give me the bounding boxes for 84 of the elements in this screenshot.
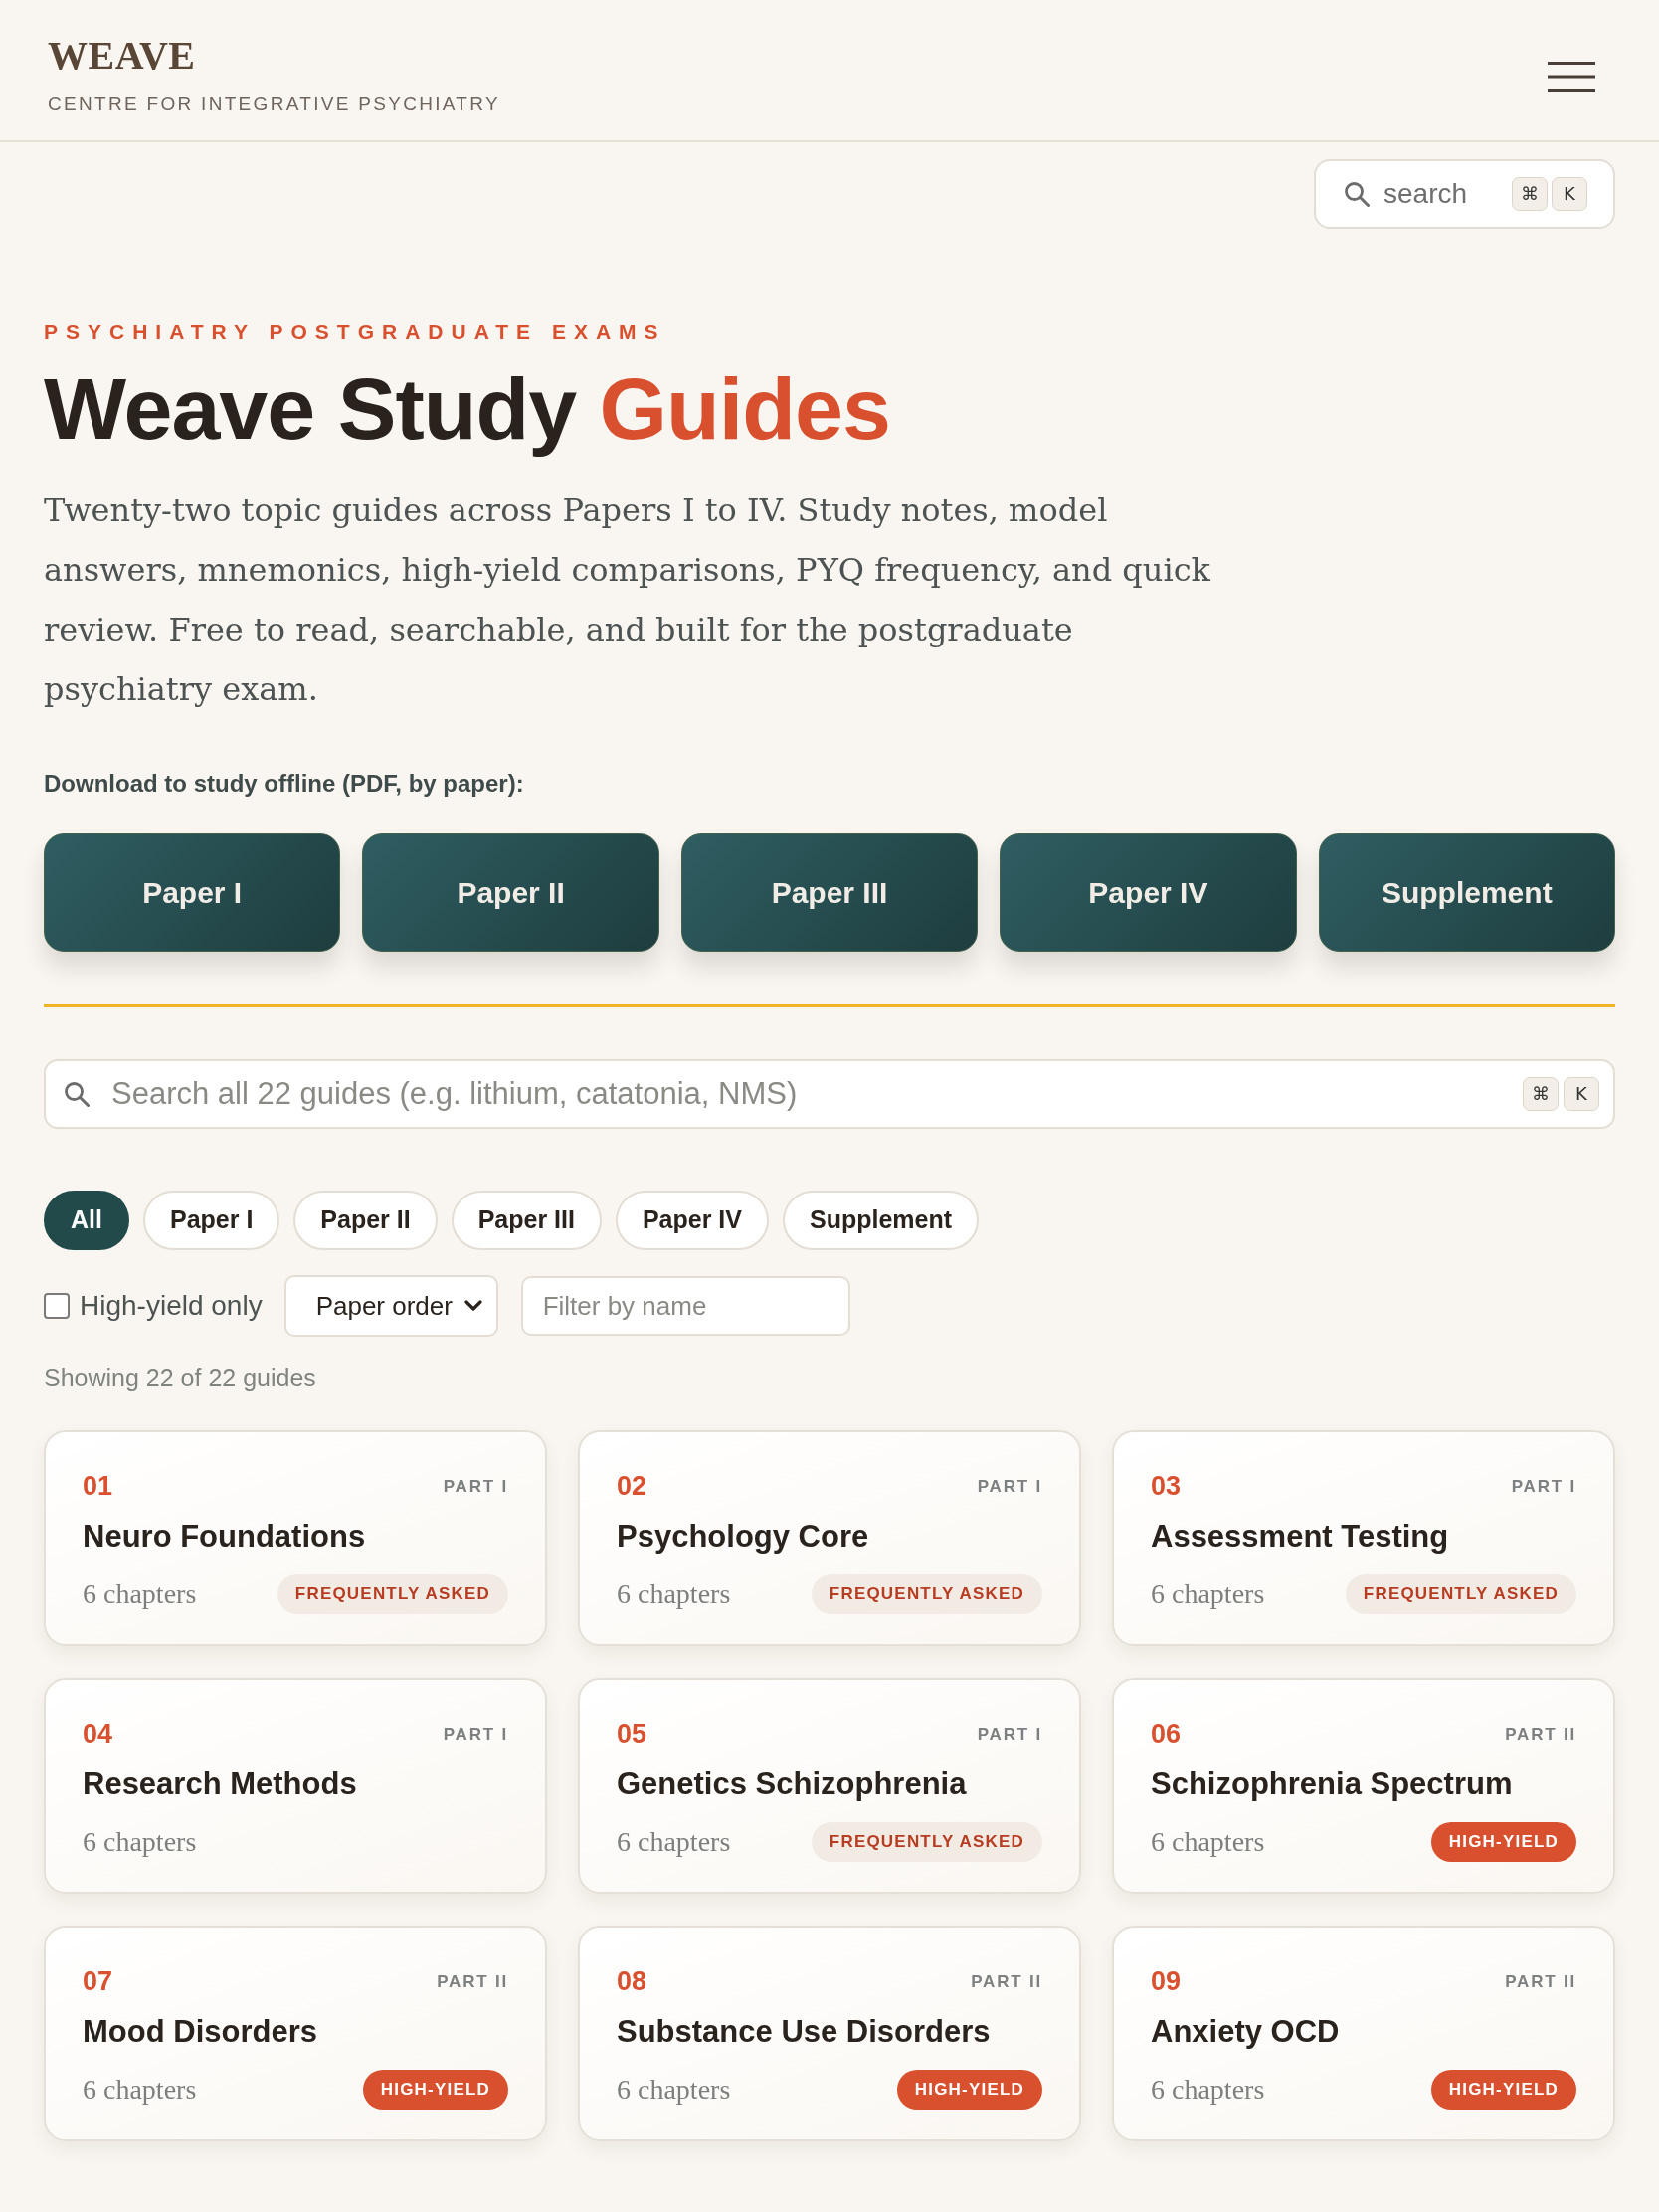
guide-title: Substance Use Disorders — [617, 2013, 992, 2051]
guide-title: Psychology Core — [617, 1518, 870, 1556]
high-yield-tag: HIGH-YIELD — [896, 2070, 1042, 2110]
guide-number: 08 — [617, 1967, 647, 1995]
part-label: PART I — [443, 1725, 508, 1743]
download-button[interactable]: Paper III — [680, 833, 979, 952]
frequently-asked-tag: FREQUENTLY ASKED — [811, 1574, 1042, 1614]
guide-title: Neuro Foundations — [83, 1518, 367, 1556]
guide-title: Schizophrenia Spectrum — [1151, 1765, 1514, 1803]
part-label: PART II — [1505, 1972, 1576, 1990]
frequently-asked-tag: FREQUENTLY ASKED — [1345, 1574, 1576, 1614]
guide-card[interactable]: 07 PART II Mood Disorders 6 chapters HIGH-YIELD — [44, 1926, 547, 2141]
filter-tab[interactable]: Paper IV — [615, 1191, 769, 1250]
chevron-down-icon — [463, 1300, 482, 1312]
keyboard-key: K — [1564, 1077, 1599, 1111]
guide-title: Research Methods — [83, 1765, 358, 1803]
site-logo[interactable]: WEAVE — [48, 36, 500, 77]
keyboard-key: K — [1552, 177, 1587, 211]
keyboard-key: ⌘ — [1512, 177, 1548, 211]
checkbox-label[interactable]: High-yield only — [80, 1285, 263, 1327]
result-count: Showing 22 of 22 guides — [44, 1363, 317, 1393]
filter-tab[interactable]: Paper I — [142, 1191, 280, 1250]
chapter-count: 6 chapters — [1151, 2073, 1265, 2107]
guide-number: 02 — [617, 1472, 647, 1500]
search-icon — [1344, 181, 1370, 207]
high-yield-tag: HIGH-YIELD — [362, 2070, 508, 2110]
guide-number: 07 — [83, 1967, 113, 1995]
guide-card[interactable]: 01 PART I Neuro Foundations 6 chapters FREQUENTLY ASKED — [44, 1430, 547, 1646]
name-filter-field[interactable]: Filter by name — [520, 1276, 850, 1336]
filter-tab[interactable]: Supplement — [783, 1191, 980, 1250]
search-icon — [64, 1081, 90, 1107]
guide-card[interactable]: 09 PART II Anxiety OCD 6 chapters HIGH-YIELD — [1112, 1926, 1615, 2141]
guide-card[interactable]: 02 PART I Psychology Core 6 chapters FREQUENTLY ASKED — [578, 1430, 1081, 1646]
sort-dropdown[interactable]: Paper order — [283, 1275, 498, 1337]
part-label: PART I — [977, 1725, 1042, 1743]
guide-title: Mood Disorders — [83, 2013, 318, 2051]
chapter-count: 6 chapters — [617, 1825, 731, 1859]
part-label: PART I — [443, 1477, 508, 1495]
download-heading: Download to study offline (PDF, by paper): — [44, 769, 525, 799]
keyboard-key: ⌘ — [1523, 1077, 1559, 1111]
part-label: PART II — [1505, 1725, 1576, 1743]
chapter-count: 6 chapters — [83, 2073, 197, 2107]
filter-tab[interactable]: Paper II — [293, 1191, 438, 1250]
guide-number: 04 — [83, 1720, 113, 1748]
part-label: PART II — [971, 1972, 1042, 1990]
chapter-count: 6 chapters — [617, 1577, 731, 1611]
search-button[interactable]: search ⌘ K — [1314, 159, 1615, 229]
chapter-count: 6 chapters — [83, 1825, 197, 1859]
guide-card[interactable]: 04 PART I Research Methods 6 chapters — [44, 1678, 547, 1894]
download-button[interactable]: Paper I — [44, 833, 341, 952]
part-label: PART I — [977, 1477, 1042, 1495]
chapter-count: 6 chapters — [1151, 1577, 1265, 1611]
guide-card[interactable]: 08 PART II Substance Use Disorders 6 chapters HIGH-YIELD — [578, 1926, 1081, 2141]
guide-title: Genetics Schizophrenia — [617, 1765, 968, 1803]
chapter-count: 6 chapters — [1151, 1825, 1265, 1859]
chapter-count: 6 chapters — [617, 2073, 731, 2107]
guide-title: Assessment Testing — [1151, 1518, 1450, 1556]
menu-icon[interactable] — [1548, 61, 1595, 92]
guide-card[interactable]: 06 PART II Schizophrenia Spectrum 6 chapters HIGH-YIELD — [1112, 1678, 1615, 1894]
high-yield-tag: HIGH-YIELD — [1430, 1822, 1576, 1862]
guide-number: 09 — [1151, 1967, 1182, 1995]
guide-number: 05 — [617, 1720, 647, 1748]
chapter-count: 6 chapters — [83, 1577, 197, 1611]
eyebrow-label: PSYCHIATRY POSTGRADUATE EXAMS — [44, 319, 667, 345]
download-button[interactable]: Paper IV — [1000, 833, 1297, 952]
intro-paragraph: Twenty-two topic guides across Papers I to IV. Study notes, model answers, mnemonics, high-yield comparisons, PYQ frequency, and quick review. Free to read, searchable, and built for the postgraduate psychiatry exam. — [44, 490, 1211, 710]
checkbox[interactable] — [44, 1293, 70, 1319]
guide-card[interactable]: 05 PART I Genetics Schizophrenia 6 chapters FREQUENTLY ASKED — [578, 1678, 1081, 1894]
guide-title: Anxiety OCD — [1151, 2013, 1341, 2051]
site-tagline: CENTRE FOR INTEGRATIVE PSYCHIATRY — [48, 93, 500, 116]
download-button[interactable]: Supplement — [1318, 833, 1615, 952]
frequently-asked-tag: FREQUENTLY ASKED — [276, 1574, 508, 1614]
page-title: Weave Study Guides — [44, 360, 891, 457]
frequently-asked-tag: FREQUENTLY ASKED — [811, 1822, 1042, 1862]
part-label: PART II — [437, 1972, 508, 1990]
filter-tab[interactable]: All — [44, 1191, 129, 1250]
part-label: PART I — [1511, 1477, 1576, 1495]
download-button[interactable]: Paper II — [362, 833, 659, 952]
guide-card[interactable]: 03 PART I Assessment Testing 6 chapters FREQUENTLY ASKED — [1112, 1430, 1615, 1646]
high-yield-tag: HIGH-YIELD — [1430, 2070, 1576, 2110]
guide-number: 03 — [1151, 1472, 1182, 1500]
guide-number: 01 — [83, 1472, 113, 1500]
filter-tab[interactable]: Paper III — [451, 1191, 602, 1250]
guide-number: 06 — [1151, 1720, 1182, 1748]
